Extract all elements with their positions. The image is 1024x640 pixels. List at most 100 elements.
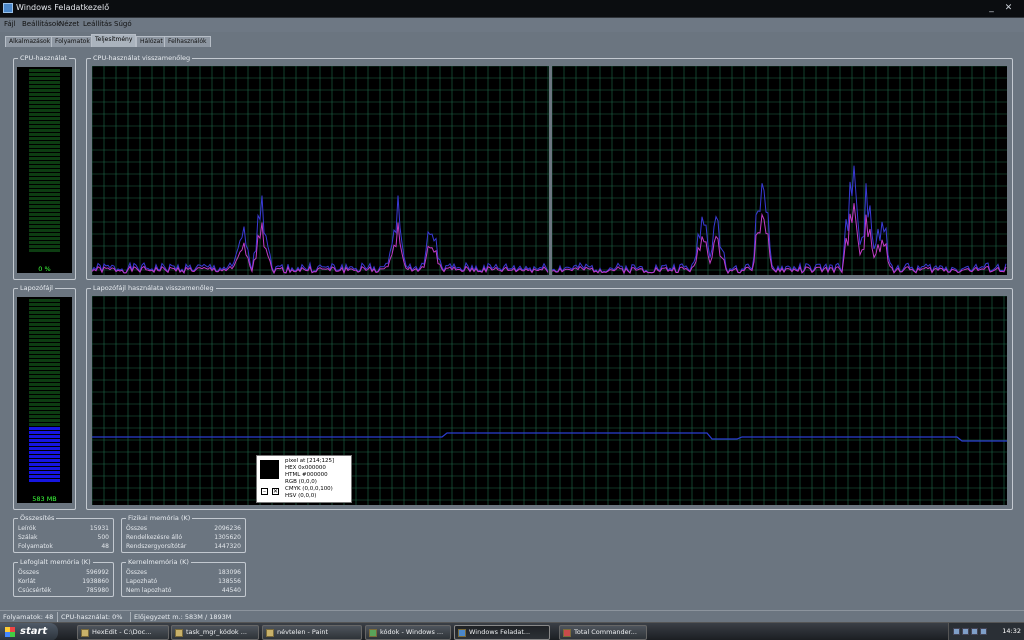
- color-swatch: [260, 460, 279, 479]
- meter-segment: [40, 319, 60, 322]
- stat-label: Összes: [126, 525, 147, 532]
- meter-segment: [40, 189, 60, 192]
- pagefile-usage-title: Lapozófájl: [18, 284, 55, 292]
- folder-icon: [175, 629, 183, 637]
- meter-segment: [40, 455, 60, 458]
- cpu-total-line: [552, 165, 1007, 275]
- meter-segment: [40, 165, 60, 168]
- cpu-usage-value: 0 %: [38, 265, 51, 273]
- status-bar: Folyamatok: 48 CPU-használat: 0% Előjegy…: [0, 610, 1024, 622]
- taskbar-item-paint[interactable]: névtelen - Paint: [262, 625, 362, 640]
- taskbar-item-task-mgr-codes[interactable]: task_mgr_kódok ...: [171, 625, 259, 640]
- taskbar-item-label: kódok - Windows ...: [380, 628, 444, 636]
- picker-hex: HEX 0x000000: [285, 465, 326, 471]
- menu-view[interactable]: Nézet: [59, 20, 79, 28]
- physical-memory-group: Fizikai memória (K) Összes 2096236 Rendel…: [121, 514, 246, 553]
- physical-memory-title: Fizikai memória (K): [126, 514, 193, 522]
- meter-segment: [40, 375, 60, 378]
- taskbar: start HexEdit - C:\Doc... task_mgr_kódok…: [0, 622, 1024, 640]
- meter-segment: [40, 399, 60, 402]
- stat-value: 500: [97, 534, 109, 541]
- meter-segment: [40, 149, 60, 152]
- tray-app-icon[interactable]: [980, 628, 987, 635]
- tray-network-icon[interactable]: [953, 628, 960, 635]
- menu-options[interactable]: Beállítások: [22, 20, 60, 28]
- meter-segment: [40, 459, 60, 462]
- physical-memory-row-cache: Rendszergyorsítótár 1447320: [126, 543, 241, 552]
- meter-segment: [40, 423, 60, 426]
- stat-label: Csúcsérték: [18, 587, 52, 594]
- meter-segment: [40, 217, 60, 220]
- minimize-button[interactable]: _: [985, 2, 998, 15]
- meter-segment: [40, 73, 60, 76]
- menu-help[interactable]: Súgó: [114, 20, 132, 28]
- meter-segment: [40, 363, 60, 366]
- stat-label: Összes: [126, 569, 147, 576]
- meter-segment: [40, 387, 60, 390]
- taskbar-item-hexedit[interactable]: HexEdit - C:\Doc...: [77, 625, 169, 640]
- meter-segment: [40, 431, 60, 434]
- meter-segment: [40, 161, 60, 164]
- picker-close-button[interactable]: ✕: [272, 488, 279, 495]
- cpu-usage-title: CPU-használat: [18, 54, 69, 62]
- pagefile-history-group: Lapozófájl használata visszamenőleg: [86, 284, 1013, 510]
- menu-file[interactable]: Fájl: [4, 20, 16, 28]
- stat-value: 1938860: [82, 578, 109, 585]
- picker-minimize-button[interactable]: –: [261, 488, 268, 495]
- stat-value: 15931: [89, 525, 109, 532]
- tab-networking[interactable]: Hálózat: [136, 36, 167, 47]
- system-tray: 14:32: [948, 623, 1024, 640]
- picker-cmyk: CMYK (0,0,0,100): [285, 486, 333, 492]
- meter-segment: [40, 245, 60, 248]
- meter-segment: [40, 237, 60, 240]
- taskbar-item-total-commander[interactable]: Total Commander...: [559, 625, 647, 640]
- stat-label: Lapozható: [126, 578, 158, 585]
- kernel-memory-title: Kernelmemória (K): [126, 558, 191, 566]
- meter-segment: [40, 379, 60, 382]
- status-processes: Folyamatok: 48: [3, 613, 54, 621]
- menu-shutdown[interactable]: Leállítás: [83, 20, 112, 28]
- tab-applications[interactable]: Alkalmazások: [5, 36, 55, 47]
- picker-rgb: RGB (0,0,0): [285, 479, 317, 485]
- meter-segment: [40, 97, 60, 100]
- meter-segment: [40, 327, 60, 330]
- start-button[interactable]: start: [0, 623, 58, 640]
- taskbar-item-label: Windows Feladat...: [469, 628, 531, 636]
- meter-segment: [40, 315, 60, 318]
- stat-label: Folyamatok: [18, 543, 53, 550]
- tab-processes[interactable]: Folyamatok: [51, 36, 94, 47]
- task-manager-icon: [3, 3, 13, 13]
- tab-users[interactable]: Felhasználók: [164, 36, 211, 47]
- totals-row-processes: Folyamatok 48: [18, 543, 109, 552]
- task-manager-icon: [458, 629, 466, 637]
- task-manager-window: Alkalmazások Folyamatok Teljesítmény Hál…: [0, 32, 1024, 610]
- pagefile-history-title: Lapozófájl használata visszamenőleg: [91, 284, 216, 292]
- meter-segment: [40, 359, 60, 362]
- meter-segment: [40, 439, 60, 442]
- clock: 14:32: [1002, 627, 1021, 635]
- menu-bar: Fájl Beállítások Nézet Leállítás Súgó: [0, 18, 1024, 32]
- meter-segment: [40, 407, 60, 410]
- tray-volume-icon[interactable]: [962, 628, 969, 635]
- cpu-usage-meter: [17, 67, 72, 273]
- taskbar-item-task-manager[interactable]: Windows Feladat...: [454, 625, 550, 640]
- meter-segment: [40, 105, 60, 108]
- tab-performance[interactable]: Teljesítmény: [91, 34, 137, 47]
- meter-segment: [40, 85, 60, 88]
- meter-segment: [40, 339, 60, 342]
- meter-segment: [40, 241, 60, 244]
- pagefile-usage-group: Lapozófájl 583 MB: [13, 284, 76, 510]
- taskbar-item-explorer[interactable]: kódok - Windows ...: [365, 625, 451, 640]
- meter-segment: [40, 303, 60, 306]
- meter-segment: [40, 307, 60, 310]
- close-button[interactable]: ✕: [1002, 2, 1015, 15]
- stat-value: 2096236: [214, 525, 241, 532]
- taskbar-item-label: HexEdit - C:\Doc...: [92, 628, 152, 636]
- meter-segment: [40, 213, 60, 216]
- title-bar[interactable]: Windows Feladatkezelő _ ✕: [0, 0, 1024, 18]
- tray-security-icon[interactable]: [971, 628, 978, 635]
- kernel-memory-row-paged: Lapozható 138556: [126, 578, 241, 587]
- meter-segment: [40, 419, 60, 422]
- stat-value: 596992: [86, 569, 109, 576]
- meter-segment: [40, 145, 60, 148]
